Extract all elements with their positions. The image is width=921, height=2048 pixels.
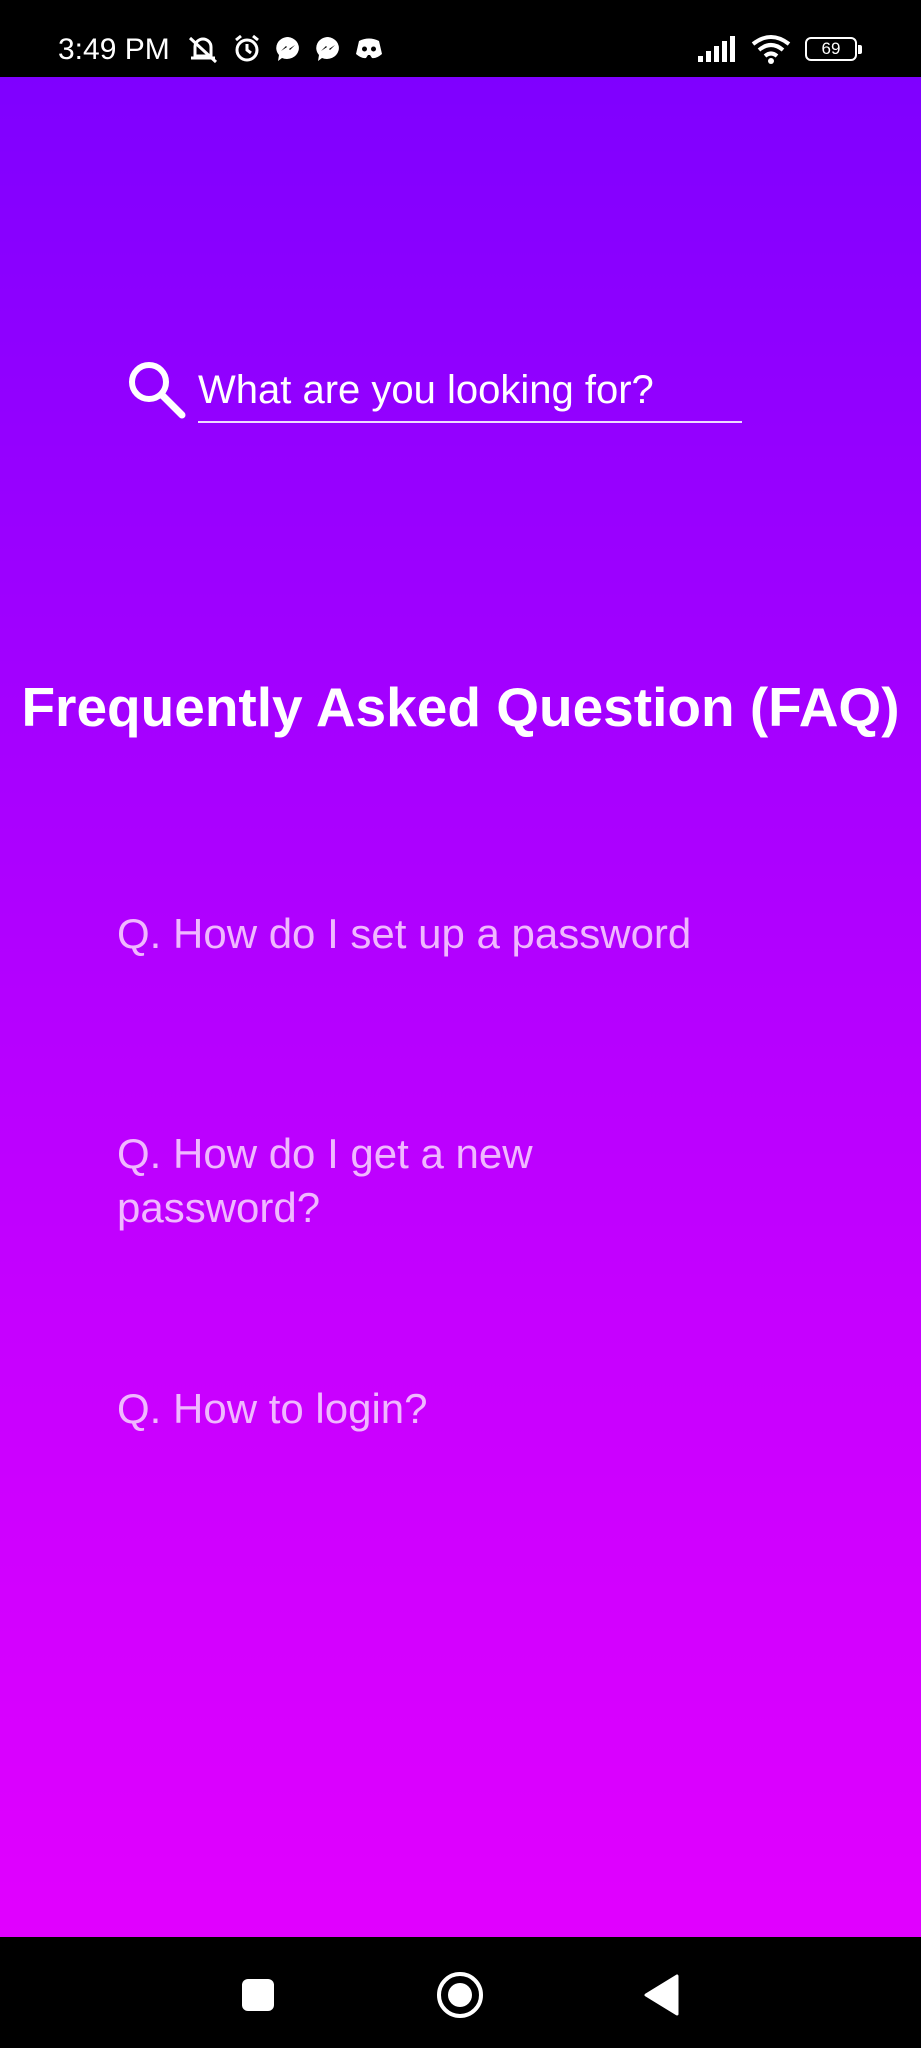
notification-icons (186, 34, 384, 64)
recents-button[interactable] (228, 1965, 288, 2025)
signal-icon (698, 36, 735, 62)
navigation-bar (0, 1937, 921, 2048)
back-button[interactable] (632, 1965, 692, 2025)
messenger-icon (276, 37, 299, 61)
recents-square-icon (242, 1979, 274, 2011)
faq-page: Frequently Asked Question (FAQ) Q. How d… (0, 77, 921, 1937)
back-triangle-icon (644, 1974, 679, 2016)
faq-item-new-password[interactable]: Q. How do I get a new password? (117, 1127, 677, 1235)
app-screen: 3:49 PM 69 What are you looking for? Fre… (0, 0, 921, 2048)
battery-icon: 69 (805, 37, 862, 61)
wifi-icon (751, 35, 791, 64)
alarm-icon (235, 34, 259, 62)
discord-icon (356, 38, 382, 59)
battery-level: 69 (821, 39, 841, 58)
search-input[interactable] (198, 359, 742, 423)
status-bar: 3:49 PM 69 (0, 0, 921, 77)
faq-item-set-up-password[interactable]: Q. How do I set up a password (117, 907, 777, 961)
search-icon[interactable] (126, 359, 186, 419)
home-circle-icon (437, 1972, 483, 2018)
mute-icon (188, 36, 218, 64)
page-title: Frequently Asked Question (FAQ) (21, 676, 900, 738)
search-bar (126, 359, 742, 429)
messenger-icon (316, 37, 339, 61)
status-time: 3:49 PM (58, 33, 170, 66)
faq-item-how-to-login[interactable]: Q. How to login? (117, 1382, 677, 1436)
system-icons: 69 (697, 34, 862, 64)
home-button[interactable] (430, 1965, 490, 2025)
